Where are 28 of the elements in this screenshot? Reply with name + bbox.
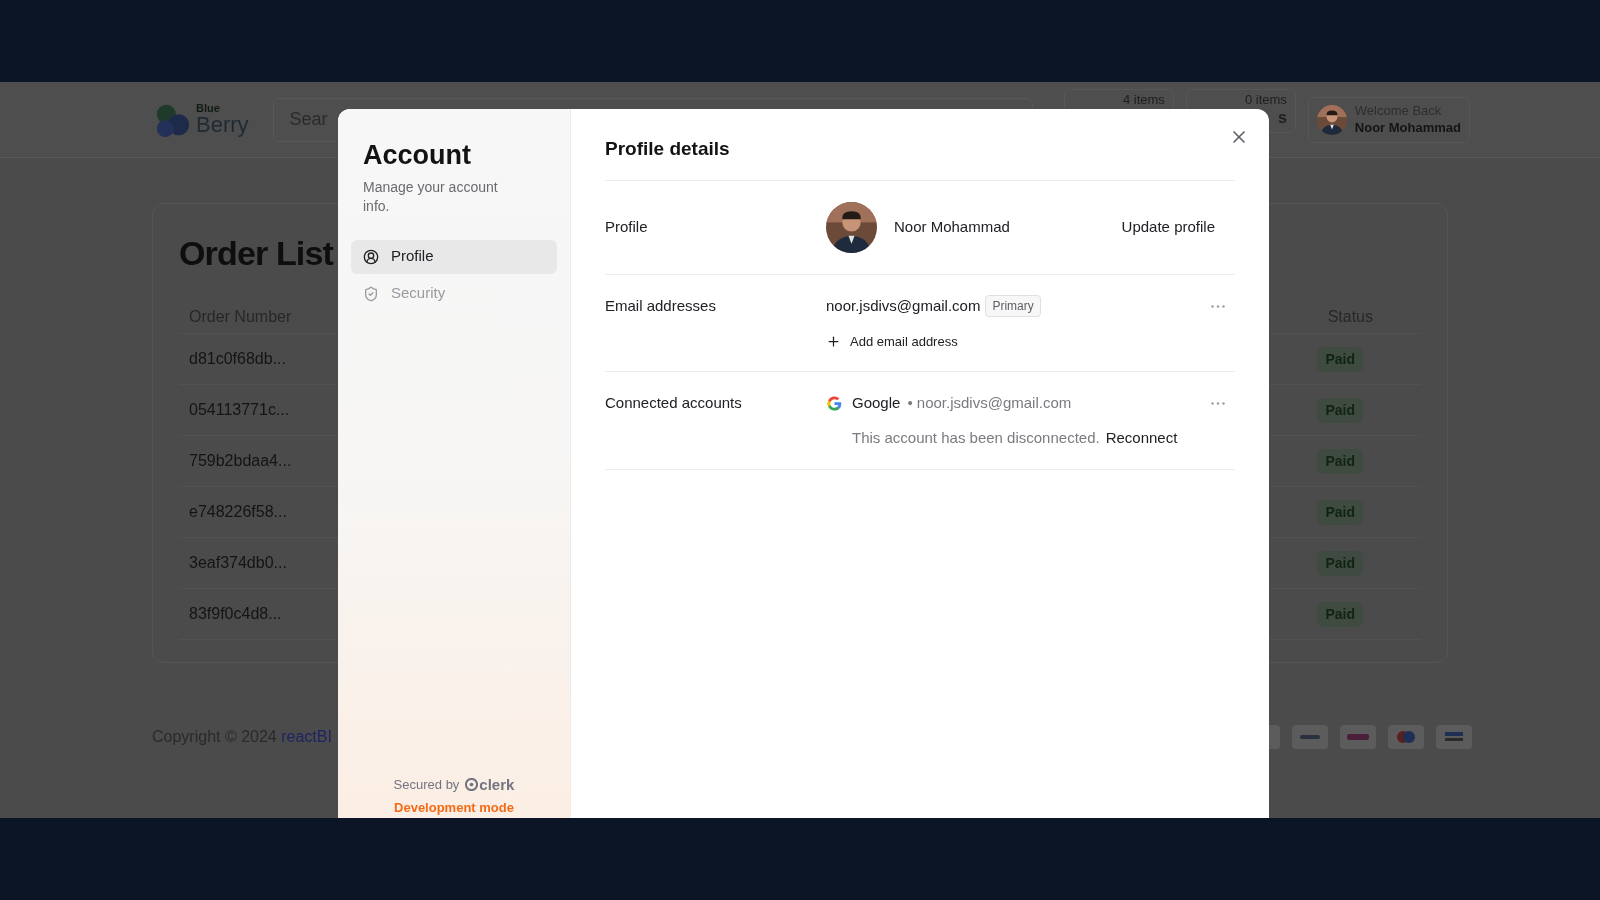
email-address: noor.jsdivs@gmail.com: [826, 296, 981, 316]
page-title: Order List: [179, 233, 333, 274]
provider-name: Google: [852, 393, 901, 413]
add-email-button[interactable]: Add email address: [826, 331, 958, 351]
user-name: Noor Mohammad: [1354, 119, 1461, 136]
profile-name: Noor Mohammad: [894, 217, 1010, 238]
order-number: 83f9f0c4d8...: [189, 604, 282, 624]
reconnect-link[interactable]: Reconnect: [1105, 426, 1178, 449]
section-label: Email addresses: [605, 296, 717, 316]
update-profile-button[interactable]: Update profile: [1113, 212, 1223, 243]
section-label: Profile: [605, 217, 649, 238]
dialog-title: Profile details: [605, 135, 1235, 181]
logo-tagline: Blue: [196, 103, 221, 114]
sidebar-subtitle: Manage your account info.: [363, 177, 499, 216]
order-number: 759b2bdaa4...: [189, 451, 292, 471]
sidebar-title: Account: [363, 139, 472, 172]
order-number: e748226f58...: [189, 502, 287, 522]
order-number: d81c0f68db...: [189, 349, 286, 369]
disconnected-notice: This account has been disconnected.: [852, 427, 1100, 448]
order-number: 054113771c...: [189, 400, 290, 420]
section-label: Connected accounts: [605, 393, 743, 413]
secured-by-text: Secured by: [393, 776, 460, 794]
clerk-brand: clerk: [479, 774, 515, 795]
order-number: 3eaf374db0...: [189, 553, 287, 573]
development-mode-text: Development mode: [393, 800, 515, 816]
primary-tag: Primary: [985, 295, 1041, 318]
connected-email: • noor.jsdivs@gmail.com: [907, 393, 1072, 413]
nav-tab[interactable]: Profile: [351, 239, 557, 274]
